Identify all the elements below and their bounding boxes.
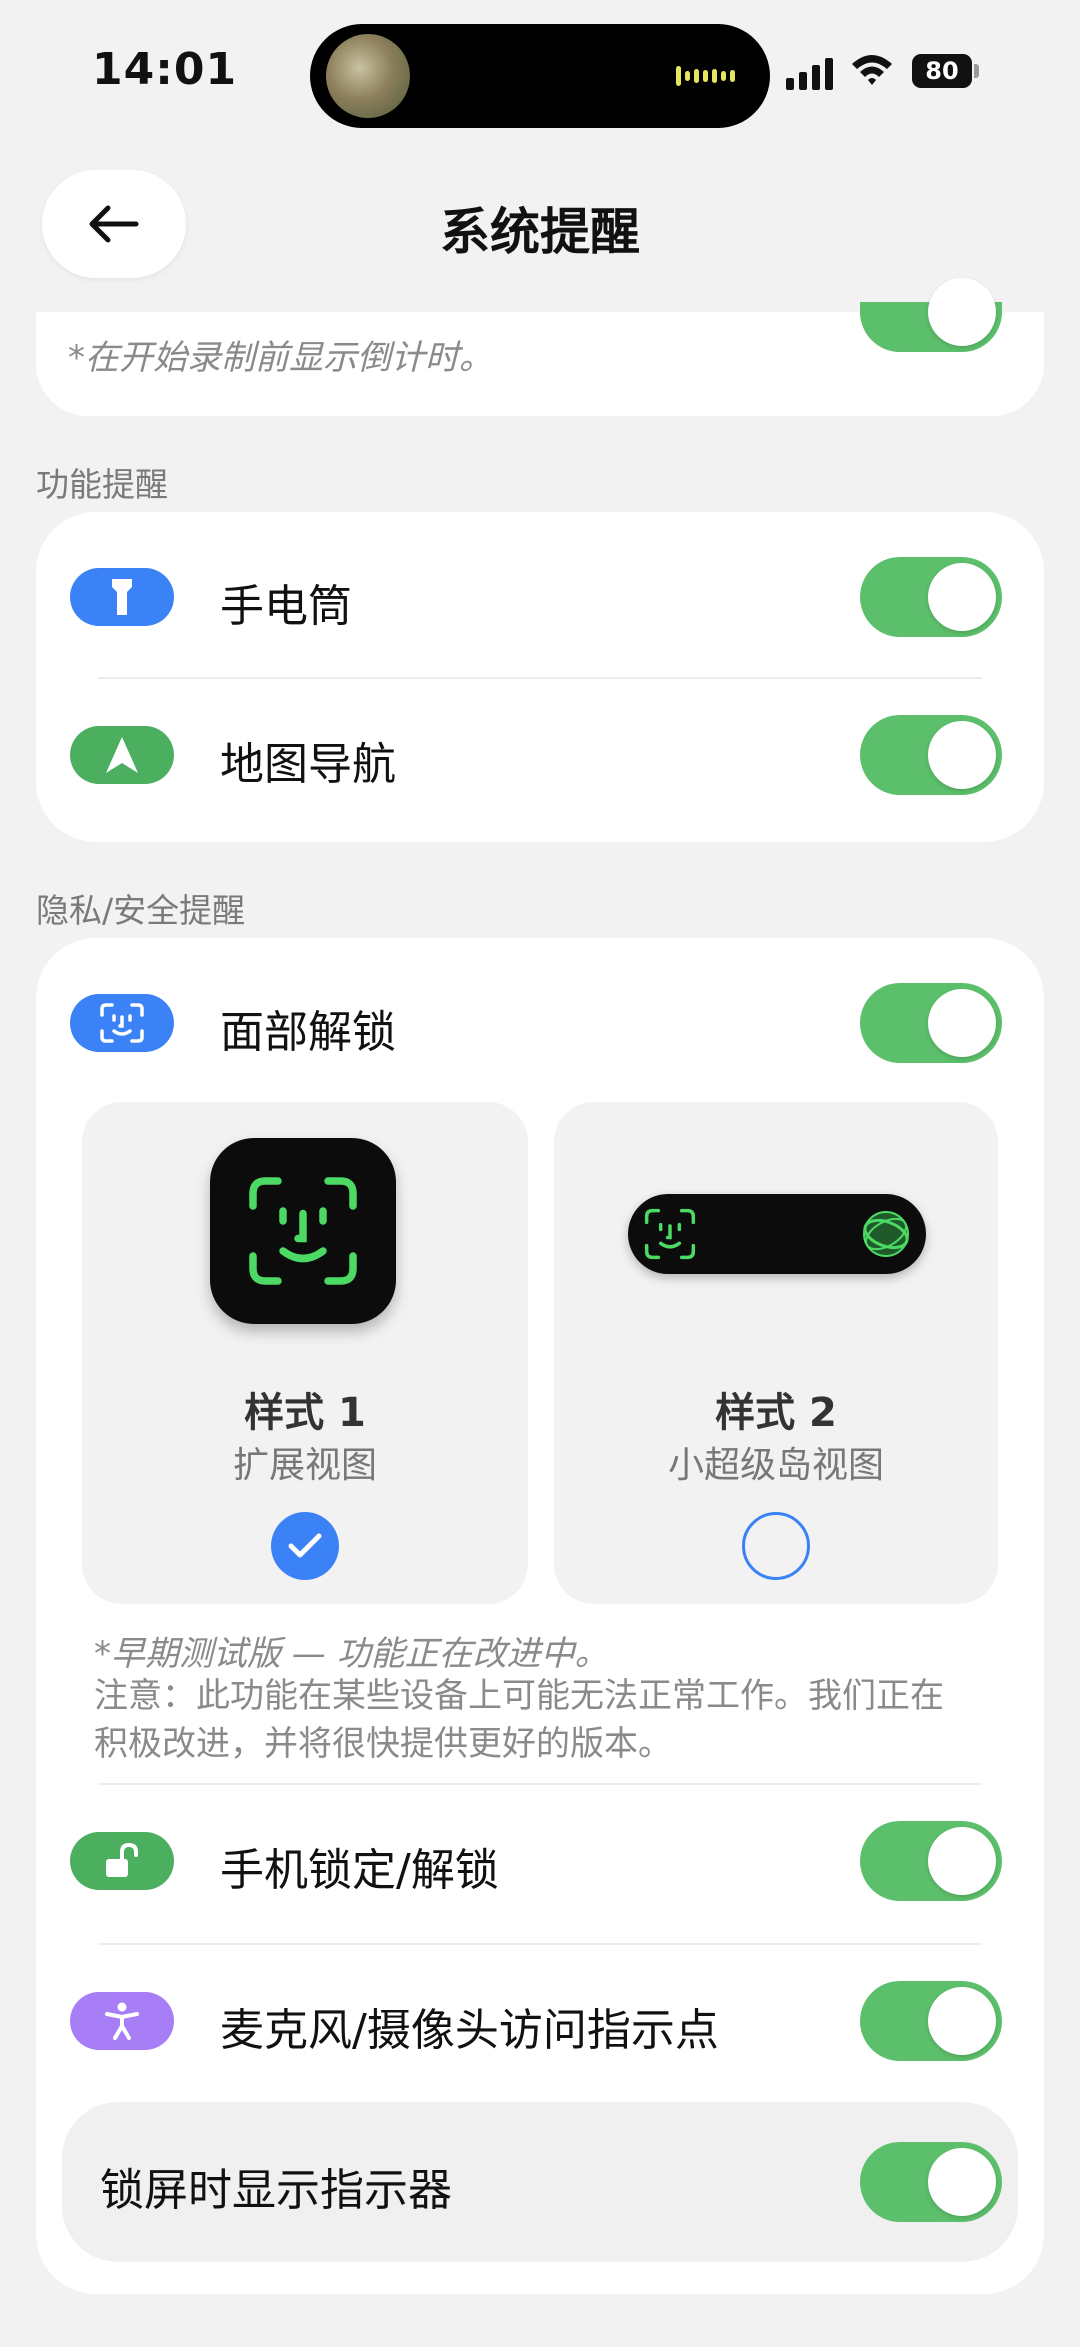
battery-level: 80 [925,57,959,85]
beta-note-line-2: 积极改进，并将很快提供更好的版本。 [94,1724,672,1764]
dynamic-island[interactable] [310,24,770,128]
beta-note-line-1: 注意：此功能在某些设备上可能无法正常工作。我们正在 [94,1676,944,1716]
face-id-island-icon [628,1194,926,1274]
status-time: 14:01 [92,44,238,95]
countdown-subtitle: *在开始录制前显示倒计时。 [68,338,493,378]
phone-lock-label: 手机锁定/解锁 [220,1845,499,1896]
divider [98,677,982,679]
flashlight-icon [70,568,174,626]
cellular-signal-icon [786,56,833,90]
section-label-feature: 功能提醒 [36,465,168,504]
battery-cap [974,64,979,78]
countdown-toggle[interactable] [860,278,1002,352]
navigation-toggle[interactable] [860,715,1002,795]
feature-card: 手电筒 地图导航 [36,512,1044,842]
style-2-subtitle: 小超级岛视图 [667,1445,884,1486]
lockscreen-indicator-label: 锁屏时显示指示器 [100,2165,452,2216]
navigation-label: 地图导航 [220,739,396,790]
face-unlock-label: 面部解锁 [220,1007,396,1058]
style-option-1[interactable]: 样式 1 扩展视图 [82,1102,528,1604]
mic-camera-toggle[interactable] [860,1981,1002,2061]
flashlight-toggle[interactable] [860,557,1002,637]
lockscreen-indicator-toggle[interactable] [860,2142,1002,2222]
section-label-privacy: 隐私/安全提醒 [36,891,246,930]
battery-icon: 80 [912,54,972,88]
style-2-title: 样式 2 [715,1390,837,1436]
wifi-icon [852,55,892,85]
style-2-radio[interactable] [742,1512,810,1580]
beta-note-title: *早期测试版 — 功能正在改进中。 [94,1634,609,1674]
lockscreen-indicator-row: 锁屏时显示指示器 [62,2102,1018,2262]
mic-camera-label: 麦克风/摄像头访问指示点 [220,2005,719,2056]
checkmark-icon [288,1533,322,1558]
unlock-icon [70,1832,174,1890]
privacy-card: 面部解锁 样式 1 扩展视图 样式 2 小超级岛视图 *早期测试版 — 功能正在… [36,938,1044,2294]
countdown-card: *在开始录制前显示倒计时。 [36,278,1044,416]
flashlight-label: 手电筒 [220,581,352,632]
divider [98,1783,982,1785]
page-title: 系统提醒 [440,203,640,261]
style-1-subtitle: 扩展视图 [232,1445,377,1486]
divider [98,1943,982,1945]
face-id-expanded-icon [210,1138,396,1324]
now-playing-avatar [326,34,410,118]
accessibility-icon [70,1992,174,2050]
style-1-radio-checked[interactable] [271,1512,339,1580]
style-option-2[interactable]: 样式 2 小超级岛视图 [554,1102,998,1604]
phone-lock-toggle[interactable] [860,1821,1002,1901]
style-1-title: 样式 1 [244,1390,366,1436]
face-id-icon [70,994,174,1052]
audio-waveform-icon [676,62,740,90]
face-unlock-toggle[interactable] [860,983,1002,1063]
navigation-arrow-icon [70,726,174,784]
